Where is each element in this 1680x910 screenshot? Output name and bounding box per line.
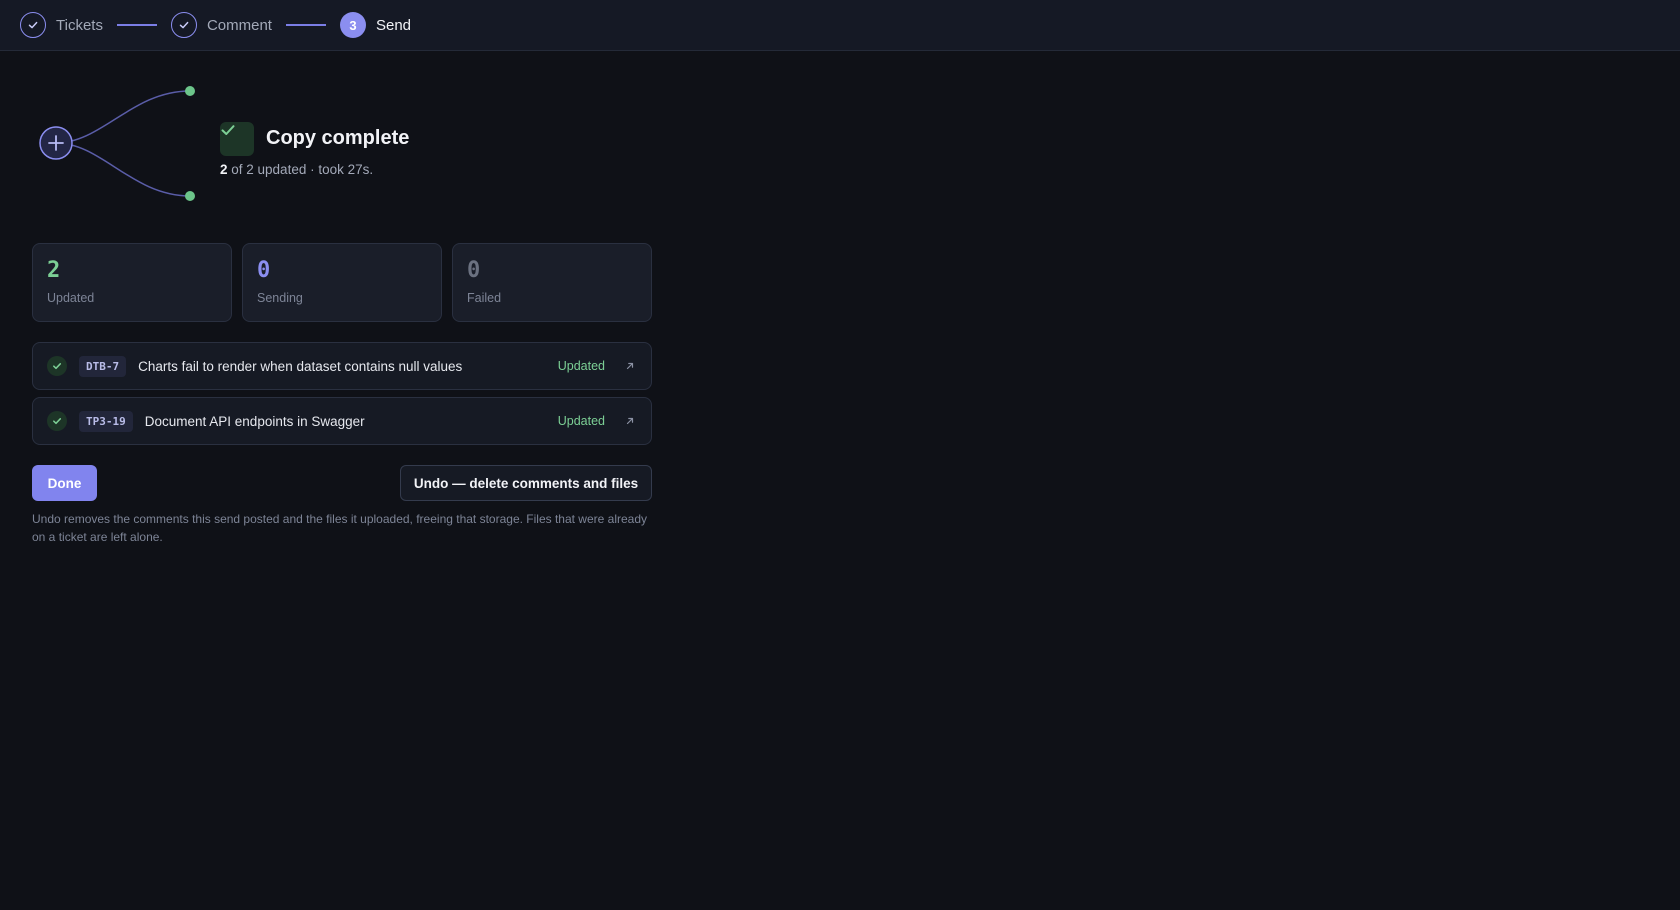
ticket-title: Document API endpoints in Swagger bbox=[144, 413, 365, 429]
status-badge: Updated bbox=[557, 414, 605, 428]
ticket-key: DTB-7 bbox=[79, 355, 127, 377]
step-tickets[interactable]: Tickets bbox=[20, 12, 103, 38]
ticket-key: TP3-19 bbox=[79, 410, 133, 432]
stat-label: Updated bbox=[47, 291, 95, 305]
fan-out-graphic bbox=[39, 86, 195, 201]
updated-count: 2 bbox=[220, 162, 228, 177]
summary-text: of 2 updated · took 27s. bbox=[227, 162, 374, 177]
step-comment[interactable]: Comment bbox=[170, 12, 272, 38]
check-icon bbox=[170, 12, 197, 38]
step-label: Send bbox=[375, 16, 412, 34]
target-node bbox=[185, 86, 195, 96]
undo-button[interactable]: Undo — delete comments and files bbox=[400, 465, 652, 501]
list-item: TP3-19 Document API endpoints in Swagger… bbox=[32, 397, 652, 445]
result-header: Copy complete 2 of 2 updated · took 27s. bbox=[32, 81, 652, 221]
step-connector bbox=[285, 24, 326, 26]
step-send: 3 Send bbox=[339, 12, 412, 38]
result-summary: 2 of 2 updated · took 27s. bbox=[220, 162, 373, 177]
check-icon bbox=[20, 12, 46, 38]
target-node bbox=[185, 191, 195, 201]
ticket-list: DTB-7 Charts fail to render when dataset… bbox=[32, 342, 652, 452]
success-check-icon bbox=[220, 122, 254, 156]
done-button[interactable]: Done bbox=[32, 465, 97, 501]
action-bar: Done Undo — delete comments and files bbox=[32, 465, 652, 501]
external-link-icon[interactable] bbox=[623, 359, 637, 373]
stat-value: 0 bbox=[467, 258, 481, 283]
step-label: Comment bbox=[206, 16, 272, 34]
stats-row: 2 Updated 0 Sending 0 Failed bbox=[32, 243, 652, 322]
check-icon bbox=[47, 411, 67, 431]
result-title: Copy complete bbox=[266, 127, 410, 149]
stat-label: Sending bbox=[257, 291, 303, 305]
stat-value: 2 bbox=[47, 258, 61, 283]
check-icon bbox=[47, 356, 67, 376]
undo-help-text: Undo removes the comments this send post… bbox=[32, 512, 648, 544]
ticket-title: Charts fail to render when dataset conta… bbox=[138, 358, 463, 374]
stat-value: 0 bbox=[257, 258, 271, 283]
stat-label: Failed bbox=[467, 291, 502, 305]
stat-updated: 2 Updated bbox=[32, 243, 232, 322]
step-label: Tickets bbox=[56, 16, 103, 34]
list-item: DTB-7 Charts fail to render when dataset… bbox=[32, 342, 652, 390]
step-number: 3 bbox=[339, 12, 366, 38]
stat-failed: 0 Failed bbox=[452, 243, 652, 322]
stepper: Tickets Comment 3 Send bbox=[0, 0, 1680, 51]
external-link-icon[interactable] bbox=[623, 414, 637, 428]
status-badge: Updated bbox=[557, 359, 605, 373]
step-connector bbox=[116, 24, 157, 26]
stat-sending: 0 Sending bbox=[242, 243, 442, 322]
